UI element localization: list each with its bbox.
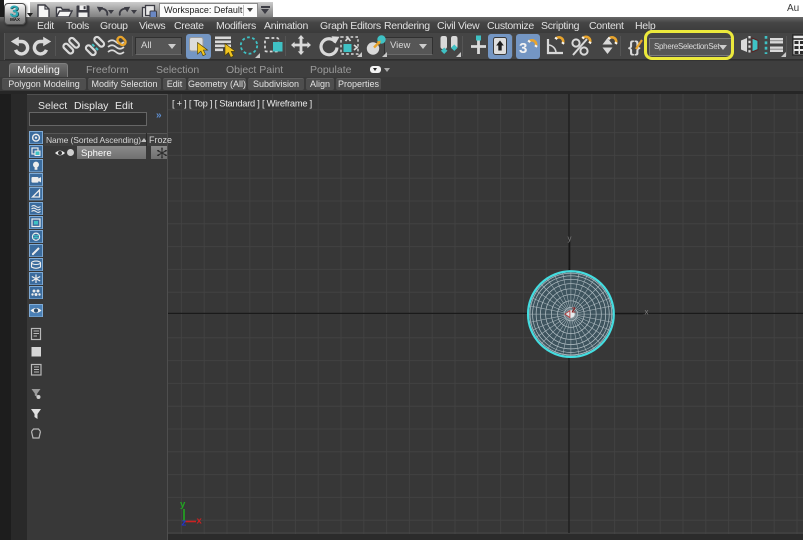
- svg-text:[ + ] [ Top ] [ Standard ]: [ + ] [ Top ] [ Standard ] [ Wireframe ]: [172, 99, 312, 109]
- svg-text:y: y: [180, 499, 186, 510]
- svg-text:x: x: [197, 516, 203, 527]
- svg-text:x: x: [645, 308, 649, 317]
- svg-text:z: z: [181, 518, 187, 529]
- svg-text:y: y: [568, 234, 572, 243]
- svg-text:z: z: [571, 305, 576, 315]
- svg-text:{}: {}: [628, 39, 640, 56]
- svg-text:3: 3: [519, 40, 527, 57]
